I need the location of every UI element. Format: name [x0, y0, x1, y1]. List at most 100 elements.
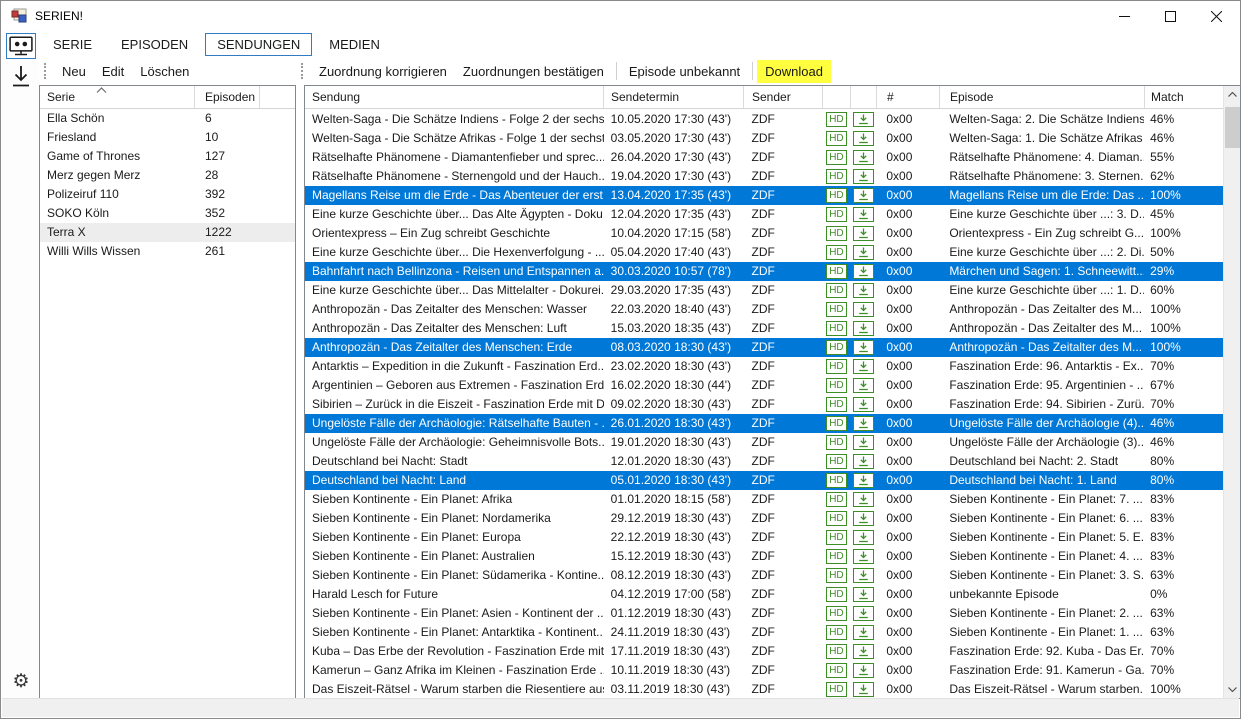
sendung-row[interactable]: Deutschland bei Nacht: Stadt12.01.2020 1… — [305, 452, 1223, 471]
download-button[interactable] — [853, 378, 874, 393]
download-button[interactable] — [853, 454, 874, 469]
download-button[interactable] — [853, 264, 874, 279]
download-button[interactable] — [853, 625, 874, 640]
download-button[interactable] — [853, 359, 874, 374]
sendung-row[interactable]: Ungelöste Fälle der Archäologie: Geheimn… — [305, 433, 1223, 452]
download-button[interactable] — [853, 245, 874, 260]
sendung-row[interactable]: Eine kurze Geschichte über... Das Alte Ä… — [305, 205, 1223, 224]
series-row[interactable]: Willi Wills Wissen261 — [40, 242, 295, 261]
download-button[interactable] — [853, 549, 874, 564]
series-row[interactable]: Game of Thrones127 — [40, 147, 295, 166]
neu-button[interactable]: Neu — [54, 60, 94, 83]
download-button[interactable] — [853, 340, 874, 355]
download-button[interactable] — [853, 283, 874, 298]
sendungen-view-button[interactable] — [6, 33, 36, 59]
series-row[interactable]: Terra X1222 — [40, 223, 295, 242]
sendung-row[interactable]: Welten-Saga - Die Schätze Indiens - Folg… — [305, 110, 1223, 129]
close-button[interactable] — [1193, 1, 1239, 31]
sendung-row[interactable]: Anthropozän - Das Zeitalter des Menschen… — [305, 319, 1223, 338]
column-header-serie[interactable]: Serie — [40, 86, 195, 108]
column-header-episoden[interactable]: Episoden — [195, 86, 260, 108]
sendung-row[interactable]: Antarktis – Expedition in die Zukunft - … — [305, 357, 1223, 376]
download-view-button[interactable] — [8, 63, 34, 91]
scroll-up-button[interactable] — [1224, 86, 1241, 103]
vertical-scrollbar[interactable] — [1223, 86, 1240, 698]
column-header-sendung[interactable]: Sendung — [305, 86, 604, 108]
sendung-row[interactable]: Sieben Kontinente - Ein Planet: Europa22… — [305, 528, 1223, 547]
sendung-row[interactable]: Eine kurze Geschichte über... Die Hexenv… — [305, 243, 1223, 262]
toolbar-grip[interactable] — [301, 63, 305, 79]
series-row[interactable]: SOKO Köln352 — [40, 204, 295, 223]
sendung-row[interactable]: Sieben Kontinente - Ein Planet: Nordamer… — [305, 509, 1223, 528]
sendung-row[interactable]: Sieben Kontinente - Ein Planet: Afrika01… — [305, 490, 1223, 509]
download-button[interactable] — [853, 397, 874, 412]
column-header-sender[interactable]: Sender — [744, 86, 823, 108]
menu-item-sendungen[interactable]: SENDUNGEN — [205, 33, 312, 56]
sendung-row[interactable]: Bahnfahrt nach Bellinzona - Reisen und E… — [305, 262, 1223, 281]
sendung-row[interactable]: Argentinien – Geboren aus Extremen - Fas… — [305, 376, 1223, 395]
column-header-hash[interactable]: # — [877, 86, 940, 108]
download-button[interactable] — [853, 226, 874, 241]
column-header-episode[interactable]: Episode — [940, 86, 1145, 108]
download-button[interactable] — [853, 682, 874, 697]
sendung-row[interactable]: Anthropozän - Das Zeitalter des Menschen… — [305, 300, 1223, 319]
column-header-match[interactable]: Match — [1145, 86, 1224, 108]
sendung-row[interactable]: Sieben Kontinente - Ein Planet: Australi… — [305, 547, 1223, 566]
zuordnung-korrigieren-button[interactable]: Zuordnung korrigieren — [311, 60, 455, 83]
series-row[interactable]: Ella Schön6 — [40, 109, 295, 128]
episode-unbekannt-button[interactable]: Episode unbekannt — [621, 60, 748, 83]
l-schen-button[interactable]: Löschen — [132, 60, 197, 83]
edit-button[interactable]: Edit — [94, 60, 132, 83]
download-button[interactable] — [853, 530, 874, 545]
download-button[interactable] — [853, 511, 874, 526]
download-button[interactable] — [853, 606, 874, 621]
sendung-row[interactable]: Ungelöste Fälle der Archäologie: Rätselh… — [305, 414, 1223, 433]
download-button[interactable] — [853, 150, 874, 165]
series-row[interactable]: Polizeiruf 110392 — [40, 185, 295, 204]
download-button[interactable] — [853, 207, 874, 222]
sendung-row[interactable]: Kamerun – Ganz Afrika im Kleinen - Faszi… — [305, 661, 1223, 680]
sendung-row[interactable]: Rätselhafte Phänomene - Sternengold und … — [305, 167, 1223, 186]
sendung-row[interactable]: Eine kurze Geschichte über... Das Mittel… — [305, 281, 1223, 300]
sendung-row[interactable]: Rätselhafte Phänomene - Diamantenfieber … — [305, 148, 1223, 167]
minimize-button[interactable] — [1101, 1, 1147, 31]
zuordnungen-best-tigen-button[interactable]: Zuordnungen bestätigen — [455, 60, 612, 83]
sendung-row[interactable]: Sieben Kontinente - Ein Planet: Asien - … — [305, 604, 1223, 623]
sendung-row[interactable]: Sieben Kontinente - Ein Planet: Antarkti… — [305, 623, 1223, 642]
settings-button[interactable]: ⚙ — [8, 668, 34, 694]
series-row[interactable]: Friesland10 — [40, 128, 295, 147]
column-header-hd[interactable] — [823, 86, 851, 108]
download-button[interactable] — [853, 188, 874, 203]
sendung-row[interactable]: Welten-Saga - Die Schätze Afrikas - Folg… — [305, 129, 1223, 148]
download-button[interactable] — [853, 568, 874, 583]
sendung-row[interactable]: Sibirien – Zurück in die Eiszeit - Faszi… — [305, 395, 1223, 414]
sendung-row[interactable]: Deutschland bei Nacht: Land05.01.2020 18… — [305, 471, 1223, 490]
series-row[interactable]: Merz gegen Merz28 — [40, 166, 295, 185]
menu-item-medien[interactable]: MEDIEN — [317, 33, 392, 56]
scrollbar-thumb[interactable] — [1225, 107, 1240, 148]
maximize-button[interactable] — [1147, 1, 1193, 31]
download-button[interactable] — [853, 131, 874, 146]
download-button[interactable] — [853, 492, 874, 507]
sendung-row[interactable]: Das Eiszeit-Rätsel - Warum starben die R… — [305, 680, 1223, 698]
menu-item-episoden[interactable]: EPISODEN — [109, 33, 200, 56]
download-button[interactable] — [853, 321, 874, 336]
download-button[interactable] — [853, 112, 874, 127]
download-button[interactable] — [853, 473, 874, 488]
download-button[interactable] — [853, 169, 874, 184]
sendung-row[interactable]: Sieben Kontinente - Ein Planet: Südameri… — [305, 566, 1223, 585]
toolbar-grip[interactable] — [44, 63, 48, 79]
column-header-sendetermin[interactable]: Sendetermin — [604, 86, 744, 108]
sendung-row[interactable]: Orientexpress – Ein Zug schreibt Geschic… — [305, 224, 1223, 243]
sendung-row[interactable]: Kuba – Das Erbe der Revolution - Faszina… — [305, 642, 1223, 661]
sendung-row[interactable]: Anthropozän - Das Zeitalter des Menschen… — [305, 338, 1223, 357]
download-button[interactable] — [853, 435, 874, 450]
sendung-row[interactable]: Harald Lesch for Future04.12.2019 17:00 … — [305, 585, 1223, 604]
download-button[interactable] — [853, 644, 874, 659]
column-header-download[interactable] — [851, 86, 877, 108]
scroll-down-button[interactable] — [1224, 681, 1241, 698]
download-button[interactable] — [853, 587, 874, 602]
download-button[interactable] — [853, 302, 874, 317]
sendung-row[interactable]: Magellans Reise um die Erde - Das Abente… — [305, 186, 1223, 205]
download-button[interactable] — [853, 416, 874, 431]
